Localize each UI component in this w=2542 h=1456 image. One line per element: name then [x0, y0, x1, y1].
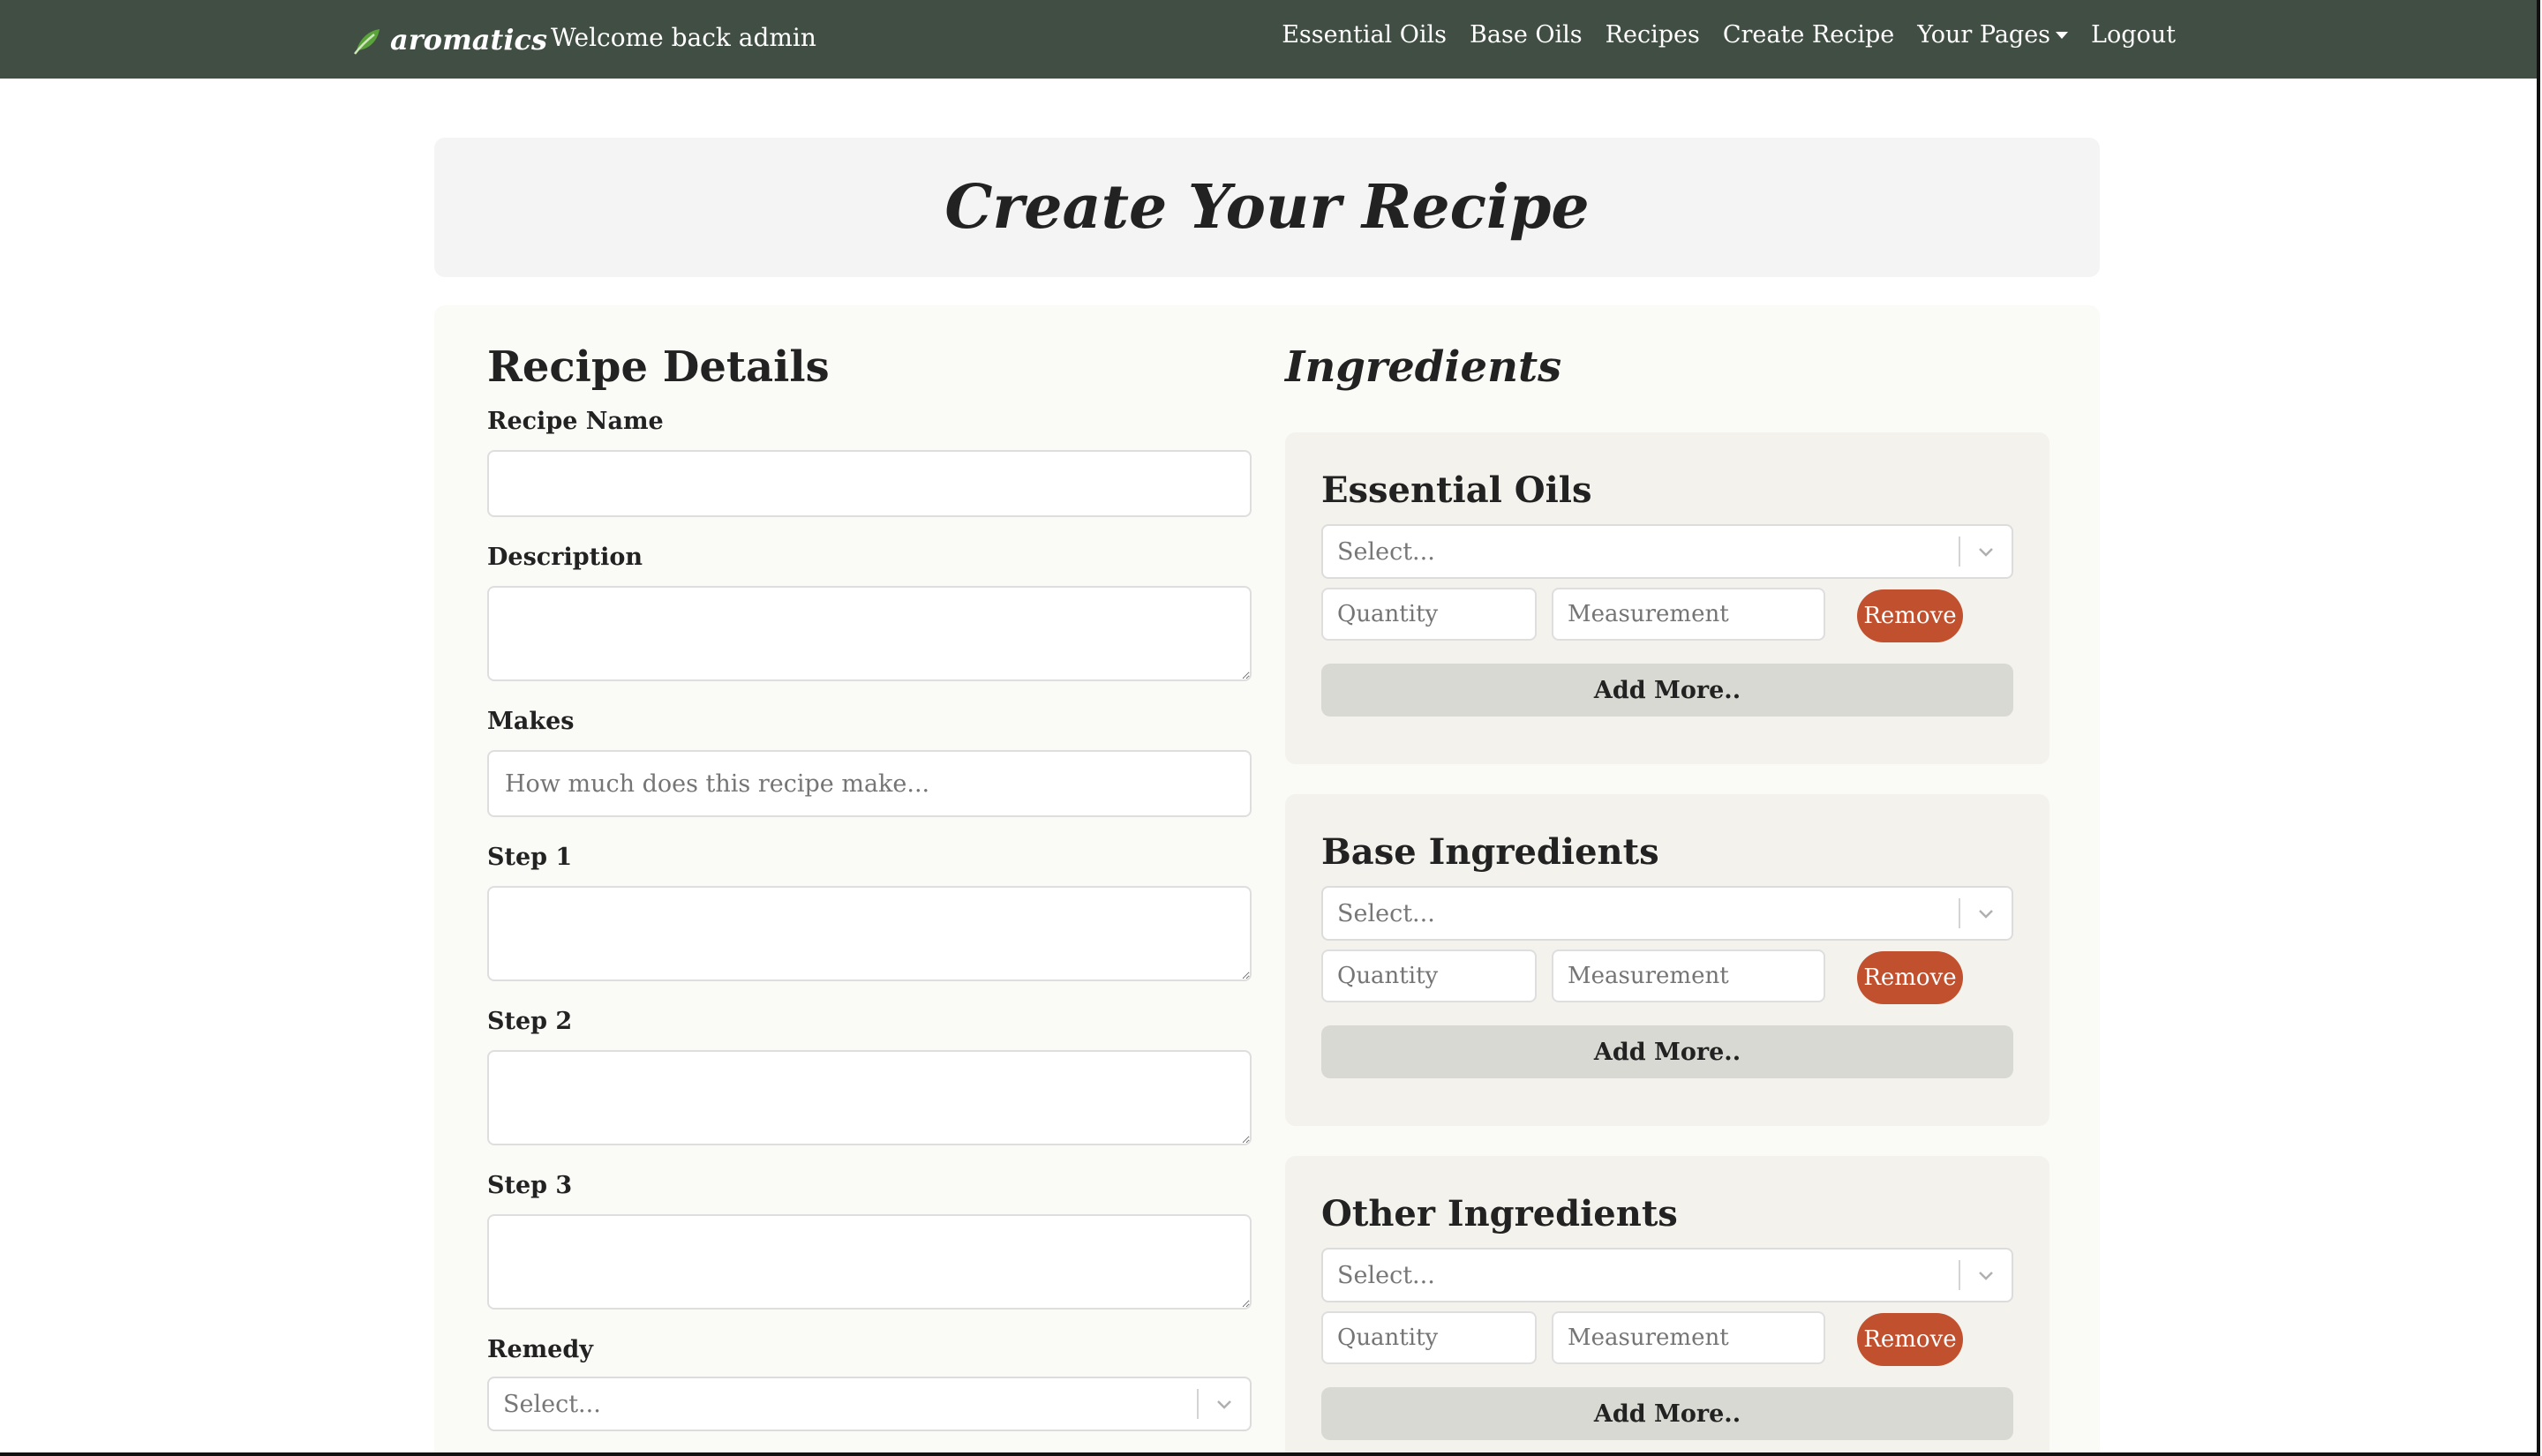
nav-base-oils[interactable]: Base Oils	[1470, 21, 1583, 49]
remedy-label: Remedy	[487, 1336, 593, 1363]
essential-oils-measurement-input[interactable]	[1552, 588, 1825, 641]
recipe-name-label: Recipe Name	[487, 408, 664, 435]
base-ingredients-add-more-button[interactable]: Add More..	[1321, 1025, 2013, 1078]
base-ingredients-measurement-input[interactable]	[1552, 949, 1825, 1002]
essential-oils-remove-button[interactable]: Remove	[1857, 589, 1963, 642]
other-ingredients-select[interactable]: Select...	[1321, 1248, 2013, 1302]
step-1-label: Step 1	[487, 844, 573, 871]
navbar: aromatics Welcome back admin Essential O…	[0, 0, 2537, 79]
other-ingredients-card: Other Ingredients Select... Remove Add M…	[1285, 1156, 2049, 1452]
other-ingredients-select-placeholder: Select...	[1337, 1261, 1435, 1289]
recipe-form: Recipe Details Recipe Name Description M…	[434, 305, 2100, 1452]
essential-oils-quantity-input[interactable]	[1321, 588, 1537, 641]
brand-name: aromatics	[390, 23, 547, 56]
essential-oils-select-placeholder: Select...	[1337, 537, 1435, 566]
other-ingredients-measurement-input[interactable]	[1552, 1311, 1825, 1364]
remedy-select-placeholder: Select...	[503, 1390, 601, 1418]
recipe-name-input[interactable]	[487, 450, 1252, 517]
base-ingredients-quantity-input[interactable]	[1321, 949, 1537, 1002]
description-label: Description	[487, 544, 643, 571]
other-ingredients-add-more-button[interactable]: Add More..	[1321, 1387, 2013, 1440]
browser-window: aromatics Welcome back admin Essential O…	[0, 0, 2540, 1456]
caret-down-icon	[2056, 31, 2069, 39]
chevron-down-icon[interactable]	[1199, 1378, 1250, 1430]
nav-recipes[interactable]: Recipes	[1606, 21, 1700, 49]
step-1-textarea[interactable]	[487, 886, 1252, 981]
chevron-down-icon[interactable]	[1960, 888, 2012, 939]
nav-your-pages-dropdown[interactable]: Your Pages	[1917, 21, 2069, 49]
makes-label: Makes	[487, 708, 575, 735]
essential-oils-title: Essential Oils	[1321, 469, 1592, 511]
nav-links: Essential Oils Base Oils Recipes Create …	[1282, 21, 2176, 49]
base-ingredients-select[interactable]: Select...	[1321, 886, 2013, 941]
page-title-card: Create Your Recipe	[434, 138, 2100, 277]
other-ingredients-remove-button[interactable]: Remove	[1857, 1313, 1963, 1366]
essential-oils-add-more-button[interactable]: Add More..	[1321, 664, 2013, 717]
base-ingredients-title: Base Ingredients	[1321, 831, 1659, 873]
description-textarea[interactable]	[487, 586, 1252, 681]
other-ingredients-quantity-input[interactable]	[1321, 1311, 1537, 1364]
welcome-message: Welcome back admin	[551, 23, 816, 52]
remedy-select[interactable]: Select...	[487, 1377, 1252, 1431]
chevron-down-icon[interactable]	[1960, 1250, 2012, 1301]
chevron-down-icon[interactable]	[1960, 526, 2012, 577]
step-2-textarea[interactable]	[487, 1050, 1252, 1145]
other-ingredients-title: Other Ingredients	[1321, 1193, 1678, 1235]
base-ingredients-card: Base Ingredients Select... Remove Add Mo…	[1285, 794, 2049, 1126]
step-2-label: Step 2	[487, 1008, 573, 1035]
nav-essential-oils[interactable]: Essential Oils	[1282, 21, 1447, 49]
base-ingredients-remove-button[interactable]: Remove	[1857, 951, 1963, 1004]
ingredients-heading: Ingredients	[1285, 342, 1562, 392]
makes-input[interactable]	[487, 750, 1252, 817]
essential-oils-card: Essential Oils Select... Remove Add More…	[1285, 432, 2049, 764]
leaf-icon	[354, 29, 380, 55]
step-3-label: Step 3	[487, 1172, 573, 1199]
recipe-details-heading: Recipe Details	[487, 342, 830, 392]
step-3-textarea[interactable]	[487, 1214, 1252, 1310]
base-ingredients-select-placeholder: Select...	[1337, 899, 1435, 927]
page-title: Create Your Recipe	[944, 172, 1590, 243]
brand-link[interactable]: aromatics	[351, 19, 547, 60]
nav-logout[interactable]: Logout	[2091, 21, 2176, 49]
nav-create-recipe[interactable]: Create Recipe	[1723, 21, 1894, 49]
essential-oils-select[interactable]: Select...	[1321, 524, 2013, 579]
nav-your-pages-label: Your Pages	[1917, 21, 2051, 49]
